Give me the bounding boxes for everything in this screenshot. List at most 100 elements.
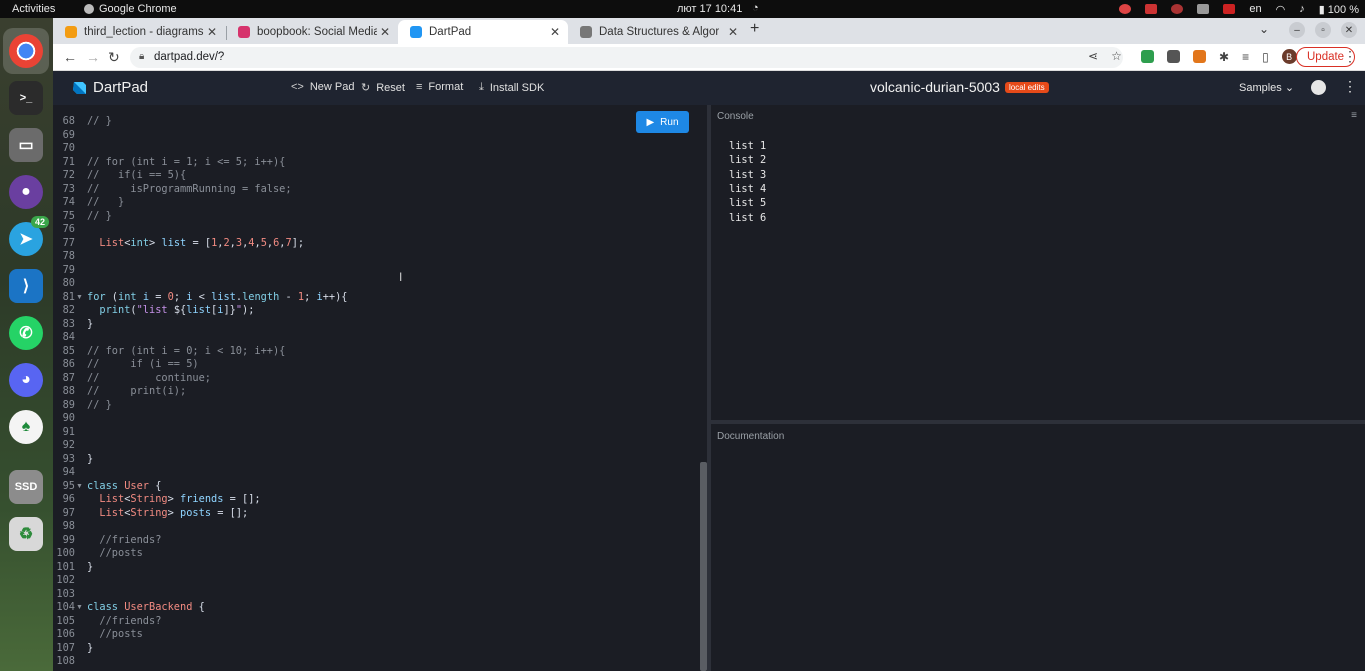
mongodb-compass-dock-icon[interactable]: ♠ (9, 410, 43, 444)
dartpad-title[interactable]: DartPad (93, 79, 148, 96)
activities-button[interactable]: Activities (12, 3, 55, 15)
reset-button[interactable]: ↻ Reset (361, 81, 405, 95)
chrome-dock-icon[interactable] (9, 34, 43, 68)
more-options-icon[interactable]: ⋮ (1343, 78, 1357, 95)
code-line[interactable]: } (87, 453, 93, 467)
tab-close-icon[interactable]: ✕ (380, 25, 390, 39)
system-tray[interactable]: en ◠ ♪ ▮ 100 % (1119, 1, 1359, 17)
telegram-dock-icon[interactable]: ➤ 42 (9, 216, 49, 256)
browser-tab[interactable]: third_lection - diagrams.n ✕ (53, 20, 225, 44)
camera-tray-icon[interactable] (1145, 4, 1158, 14)
code-line[interactable]: print("list ${list[i]}"); (87, 304, 254, 318)
code-line[interactable]: // isProgrammRunning = false; (87, 183, 292, 197)
code-line[interactable]: List<int> list = [1,2,3,4,5,6,7]; (87, 237, 304, 251)
fold-toggle-icon[interactable]: ▼ (76, 480, 83, 494)
reload-icon[interactable]: ↻ (108, 49, 120, 66)
code-line[interactable]: // } (87, 115, 112, 129)
url-text[interactable]: dartpad.dev/? (154, 51, 224, 63)
browser-tab-active[interactable]: DartPad ✕ (398, 20, 568, 44)
fold-toggle-icon[interactable]: ▼ (76, 601, 83, 615)
chrome-tray-icon[interactable] (1119, 4, 1132, 14)
trash-dock-icon[interactable]: ♻ (9, 517, 43, 551)
github-desktop-dock-icon[interactable]: ● (9, 175, 43, 209)
code-line[interactable]: //posts (87, 628, 142, 642)
code-line[interactable]: for (int i = 0; i < list.length - 1; i++… (87, 291, 348, 305)
lock-icon[interactable]: 🔒︎ (139, 51, 144, 62)
code-line[interactable]: // if (i == 5) (87, 358, 199, 372)
share-icon[interactable]: ⋖ (1088, 49, 1098, 63)
address-bar[interactable]: 🔒︎ dartpad.dev/? (130, 47, 1123, 68)
run-button[interactable]: ▶ Run (636, 111, 689, 133)
line-number: 99 (62, 533, 75, 546)
minimize-button[interactable]: – (1289, 22, 1305, 38)
app-menu[interactable]: Google Chrome (84, 3, 177, 15)
code-line[interactable]: //posts (87, 547, 142, 561)
code-line[interactable]: // if(i == 5){ (87, 169, 186, 183)
code-line[interactable]: } (87, 561, 93, 575)
language-indicator[interactable]: en (1249, 3, 1261, 15)
code-line[interactable]: // continue; (87, 372, 211, 386)
tab-close-icon[interactable]: ✕ (207, 25, 217, 39)
close-window-button[interactable]: ✕ (1341, 22, 1357, 38)
browser-tab[interactable]: Data Structures & Algorit ✕ (568, 20, 746, 44)
tab-search-chevron-icon[interactable]: ⌄ (1259, 22, 1269, 36)
reading-list-icon[interactable]: ≡ (1242, 50, 1249, 64)
browser-menu-icon[interactable]: ⋮ (1343, 48, 1357, 65)
editor-scrollbar[interactable] (700, 462, 707, 671)
chrome-small-icon (84, 4, 94, 14)
code-line[interactable]: List<String> posts = []; (87, 507, 248, 521)
line-number: 69 (62, 128, 75, 141)
code-line[interactable]: //friends? (87, 615, 161, 629)
whatsapp-dock-icon[interactable]: ✆ (9, 316, 43, 350)
maximize-button[interactable]: ▫ (1315, 22, 1331, 38)
vscode-dock-icon[interactable]: ⟩ (9, 269, 43, 303)
extension-picker-icon[interactable] (1167, 50, 1180, 63)
extension-tray-icon[interactable] (1171, 4, 1184, 14)
github-icon[interactable] (1311, 80, 1326, 95)
profile-avatar[interactable]: B (1281, 49, 1297, 64)
clock[interactable]: лют 17 10:41 (677, 3, 742, 15)
install-sdk-button[interactable]: ⤓ Install SDK (479, 81, 544, 94)
extension-green-icon[interactable] (1141, 50, 1154, 63)
code-line[interactable]: //friends? (87, 534, 161, 548)
discord-dock-icon[interactable]: ◕ (9, 363, 43, 397)
new-tab-button[interactable]: + (750, 20, 759, 38)
code-line[interactable]: // print(i); (87, 385, 186, 399)
clear-console-icon[interactable]: ≡ (1351, 110, 1357, 121)
code-line[interactable]: // for (int i = 1; i <= 5; i++){ (87, 156, 285, 170)
code-token: < (192, 290, 212, 303)
bookmark-star-icon[interactable]: ☆ (1111, 49, 1122, 63)
code-line[interactable]: } (87, 318, 93, 332)
forward-arrow-icon[interactable]: → (86, 49, 100, 65)
tab-close-icon[interactable]: ✕ (728, 25, 738, 39)
files-dock-icon[interactable]: ▭ (9, 128, 43, 162)
metamask-icon[interactable] (1193, 50, 1206, 63)
battery-status[interactable]: ▮ 100 % (1319, 3, 1359, 16)
side-panel-icon[interactable]: ▯ (1262, 50, 1269, 64)
terminal-dock-icon[interactable]: >_ (9, 81, 43, 115)
samples-dropdown[interactable]: Samples ⌄ (1239, 81, 1294, 94)
code-line[interactable]: // for (int i = 0; i < 10; i++){ (87, 345, 285, 359)
tab-close-icon[interactable]: ✕ (550, 25, 560, 39)
recorder-tray-icon[interactable] (1223, 4, 1236, 14)
volume-icon[interactable]: ♪ (1299, 3, 1305, 15)
extensions-puzzle-icon[interactable]: ✱ (1219, 50, 1229, 64)
code-line[interactable]: // } (87, 210, 112, 224)
new-pad-button[interactable]: <> New Pad (291, 81, 355, 93)
code-token: String (130, 506, 168, 519)
code-line[interactable]: // } (87, 399, 112, 413)
fold-toggle-icon[interactable]: ▼ (76, 291, 83, 305)
code-line[interactable]: } (87, 642, 93, 656)
code-line[interactable]: class UserBackend { (87, 601, 205, 615)
code-editor[interactable]: 68 69 70 71 72 73 74 75 76 77 78 79 80 81 ▼ 82 83 84 85 86 8… (53, 105, 707, 671)
notification-bell-icon[interactable]: ◔ (752, 2, 759, 14)
code-line[interactable]: // } (87, 196, 124, 210)
code-line[interactable]: class User { (87, 480, 161, 494)
code-line[interactable]: List<String> friends = []; (87, 493, 260, 507)
wifi-icon[interactable]: ◠ (1276, 3, 1286, 16)
discord-tray-icon[interactable] (1197, 4, 1210, 14)
back-arrow-icon[interactable]: ← (63, 49, 77, 65)
ssd-drive-dock-icon[interactable]: SSD (9, 470, 43, 504)
browser-tab[interactable]: boopbook: Social Media I ✕ (226, 20, 398, 44)
format-button[interactable]: ≡ Format (416, 81, 463, 93)
